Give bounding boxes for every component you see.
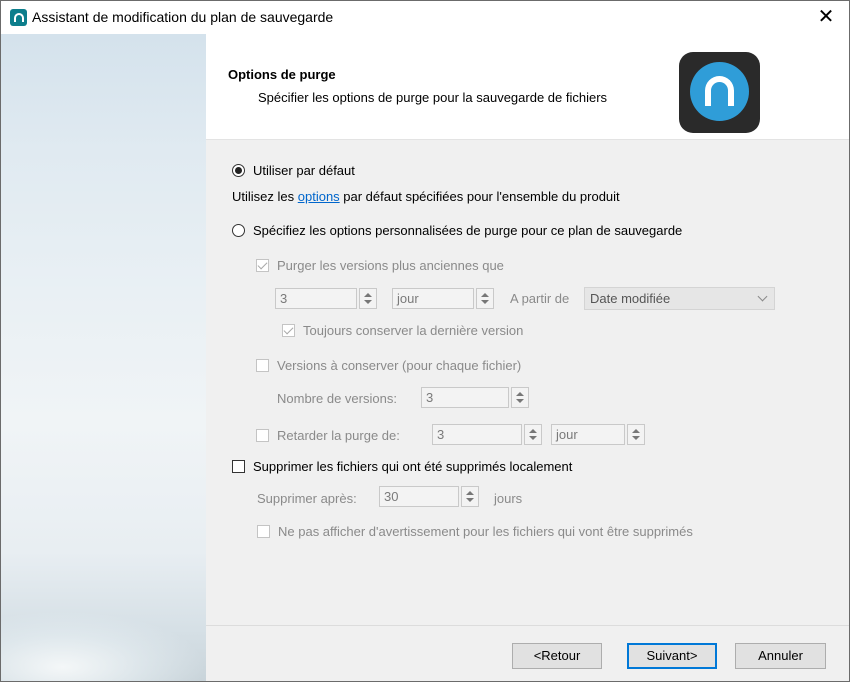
- app-logo-icon: [679, 52, 760, 133]
- date-source-select[interactable]: Date modifiée: [584, 287, 775, 310]
- version-count-input[interactable]: 3: [421, 387, 509, 408]
- delete-after-input[interactable]: 30: [379, 486, 459, 507]
- spin-down-icon: [364, 300, 372, 304]
- spin-up-icon: [481, 293, 489, 297]
- delay-purge-label: Retarder la purge de:: [277, 428, 400, 443]
- spin-down-icon: [466, 498, 474, 502]
- purge-older-checkbox[interactable]: [256, 259, 269, 272]
- no-warning-checkbox[interactable]: [257, 525, 270, 538]
- close-icon[interactable]: ✕: [803, 1, 849, 34]
- spin-up-icon: [529, 429, 537, 433]
- purge-age-spinner[interactable]: [359, 288, 377, 309]
- wizard-header: Options de purge Spécifier les options d…: [206, 34, 849, 140]
- delay-value-input[interactable]: 3: [432, 424, 522, 445]
- version-count-spinner[interactable]: [511, 387, 529, 408]
- window-title: Assistant de modification du plan de sau…: [32, 9, 334, 25]
- custom-options-radio[interactable]: [232, 224, 245, 237]
- delete-after-label: Supprimer après:: [257, 491, 357, 506]
- wizard-window: Assistant de modification du plan de sau…: [0, 0, 850, 682]
- default-info-suffix: par défaut spécifiées pour l'ensemble du…: [339, 189, 620, 204]
- delete-local-checkbox[interactable]: [232, 460, 245, 473]
- app-icon: [10, 9, 27, 26]
- version-count-label: Nombre de versions:: [277, 391, 397, 406]
- purge-unit-spinner[interactable]: [476, 288, 494, 309]
- spin-down-icon: [632, 436, 640, 440]
- next-button[interactable]: Suivant>: [627, 643, 717, 669]
- versions-to-keep-checkbox[interactable]: [256, 359, 269, 372]
- page-title: Options de purge: [228, 67, 336, 82]
- options-link[interactable]: options: [298, 189, 340, 204]
- no-warning-label: Ne pas afficher d'avertissement pour les…: [278, 524, 693, 539]
- purge-unit-input[interactable]: jour: [392, 288, 474, 309]
- from-label: A partir de: [510, 291, 570, 306]
- wizard-footer: <Retour Suivant> Annuler: [206, 625, 849, 681]
- spin-up-icon: [364, 293, 372, 297]
- delay-unit-input[interactable]: jour: [551, 424, 625, 445]
- delete-after-unit: jours: [494, 491, 523, 506]
- spin-up-icon: [516, 392, 524, 396]
- default-info-text: Utilisez les options par défaut spécifié…: [232, 189, 620, 204]
- purge-older-label: Purger les versions plus anciennes que: [277, 258, 504, 273]
- sky-side-image: [1, 34, 206, 681]
- delay-value-spinner[interactable]: [524, 424, 542, 445]
- default-info-prefix: Utilisez les: [232, 189, 298, 204]
- delay-unit-spinner[interactable]: [627, 424, 645, 445]
- use-default-label: Utiliser par défaut: [253, 163, 355, 178]
- options-panel: Utiliser par défaut Utilisez les options…: [206, 140, 849, 625]
- custom-options-label: Spécifiez les options personnalisées de …: [253, 223, 683, 238]
- keep-last-label: Toujours conserver la dernière version: [303, 323, 524, 338]
- page-description: Spécifier les options de purge pour la s…: [258, 90, 608, 105]
- spin-down-icon: [516, 399, 524, 403]
- spin-down-icon: [481, 300, 489, 304]
- chevron-down-icon: [757, 291, 768, 302]
- cancel-button[interactable]: Annuler: [735, 643, 826, 669]
- delete-after-spinner[interactable]: [461, 486, 479, 507]
- delay-purge-checkbox[interactable]: [256, 429, 269, 442]
- spin-down-icon: [529, 436, 537, 440]
- spin-up-icon: [466, 491, 474, 495]
- keep-last-checkbox[interactable]: [282, 324, 295, 337]
- purge-age-input[interactable]: 3: [275, 288, 357, 309]
- title-bar: Assistant de modification du plan de sau…: [1, 1, 849, 34]
- use-default-radio[interactable]: [232, 164, 245, 177]
- versions-to-keep-label: Versions à conserver (pour chaque fichie…: [277, 358, 522, 373]
- logo-arch: [705, 76, 734, 106]
- back-button[interactable]: <Retour: [512, 643, 602, 669]
- spin-up-icon: [632, 429, 640, 433]
- delete-local-label: Supprimer les fichiers qui ont été suppr…: [253, 459, 573, 474]
- date-source-value: Date modifiée: [590, 291, 671, 306]
